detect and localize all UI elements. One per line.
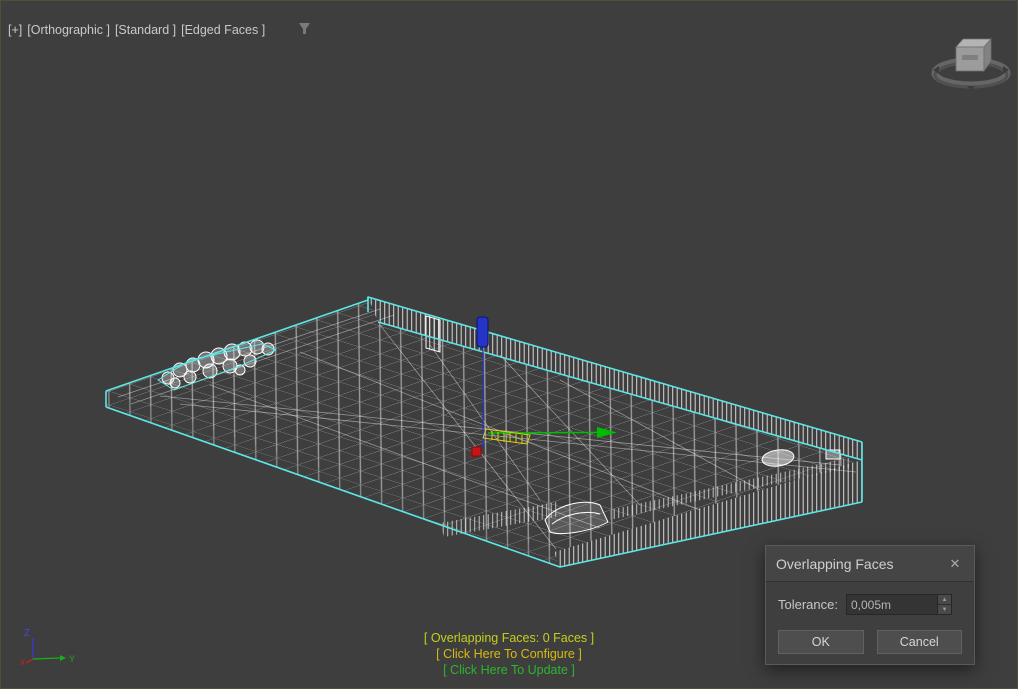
per-view-filter-icon[interactable] bbox=[276, 7, 312, 53]
tolerance-input[interactable] bbox=[846, 595, 937, 614]
tolerance-spinner: ▲ ▼ bbox=[936, 595, 951, 614]
gizmo-y-axis[interactable] bbox=[487, 431, 598, 434]
dialog-title-bar[interactable]: Overlapping Faces ✕ bbox=[766, 546, 974, 582]
viewport-menu-shading[interactable]: [Edged Faces ] bbox=[181, 23, 265, 37]
viewport-canvas[interactable]: Z x Y [+] [Orthographic ] [Standard ] [E… bbox=[0, 0, 1018, 689]
viewport-menu-style[interactable]: [Standard ] bbox=[115, 23, 176, 37]
ok-button[interactable]: OK bbox=[778, 630, 864, 654]
dialog-title: Overlapping Faces bbox=[776, 555, 894, 572]
spinner-down-icon[interactable]: ▼ bbox=[937, 605, 951, 614]
dialog-body: Tolerance: ▲ ▼ OK Cancel bbox=[766, 582, 974, 664]
cancel-button[interactable]: Cancel bbox=[876, 630, 962, 654]
overlapping-faces-dialog: Overlapping Faces ✕ Tolerance: ▲ ▼ OK Ca… bbox=[765, 545, 975, 665]
viewport-menu-general[interactable]: [+] bbox=[8, 23, 22, 37]
gizmo-x-handle[interactable] bbox=[471, 446, 482, 457]
viewcube[interactable] bbox=[931, 37, 1011, 90]
tolerance-field: ▲ ▼ bbox=[845, 594, 952, 615]
gizmo-z-handle[interactable] bbox=[476, 316, 489, 348]
viewport-label: [+] [Orthographic ] [Standard ] [Edged F… bbox=[8, 7, 312, 53]
close-icon[interactable]: ✕ bbox=[946, 555, 964, 573]
viewport-menu-pov[interactable]: [Orthographic ] bbox=[27, 23, 110, 37]
spinner-up-icon[interactable]: ▲ bbox=[937, 595, 951, 605]
tolerance-label: Tolerance: bbox=[778, 597, 838, 612]
